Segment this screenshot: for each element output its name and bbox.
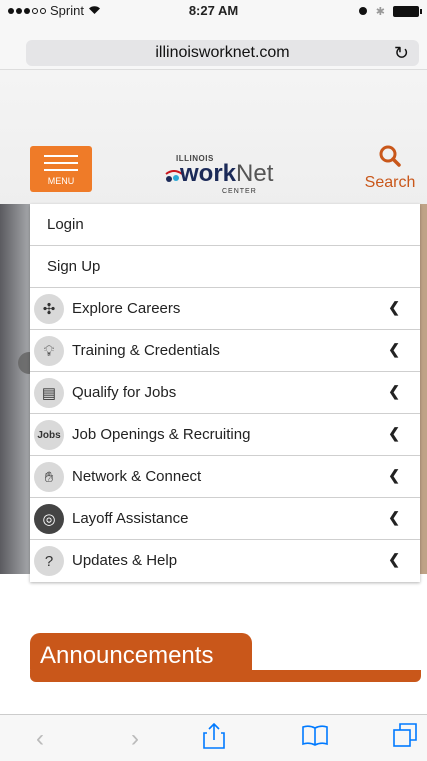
status-bar: Sprint 8:27 AM ✱ (0, 0, 427, 20)
safari-toolbar: ‹ › (0, 714, 427, 761)
logo-worknet-text: workNet (180, 160, 273, 188)
lifebuoy-icon: ◎ (34, 504, 64, 534)
back-icon[interactable]: ‹ (20, 723, 60, 755)
chevron-left-icon[interactable]: ❮ (388, 467, 400, 484)
menu-item-label: Qualify for Jobs (72, 384, 177, 401)
compass-icon: ✣ (34, 294, 64, 324)
battery-icon (393, 6, 422, 17)
clipboard-icon: ▤ (34, 378, 64, 408)
chevron-left-icon[interactable]: ❮ (388, 341, 400, 358)
menu-item-label: Sign Up (47, 258, 101, 275)
menu-item-job-openings[interactable]: Jobs Job Openings & Recruiting ❮ (30, 414, 420, 456)
menu-item-updates-help[interactable]: ? Updates & Help ❮ (30, 540, 420, 582)
chevron-left-icon[interactable]: ❮ (388, 509, 400, 526)
logo-work: work (180, 160, 237, 187)
menu-item-label: Explore Careers (72, 300, 181, 317)
menu-item-explore-careers[interactable]: ✣ Explore Careers ❮ (30, 288, 420, 330)
menu-item-label: Network & Connect (72, 468, 202, 485)
menu-item-layoff-assistance[interactable]: ◎ Layoff Assistance ❮ (30, 498, 420, 540)
hero-image-edge (0, 204, 30, 574)
url-field[interactable]: illinoisworknet.com ↻ (26, 40, 419, 66)
bookmarks-icon[interactable] (295, 723, 335, 755)
menu-item-label: Updates & Help (72, 552, 178, 569)
share-icon[interactable] (194, 722, 234, 755)
menu-label: MENU (47, 176, 75, 186)
hamburger-bar (44, 162, 78, 164)
logo-center-text: CENTER (222, 188, 257, 195)
menu-item-qualify-for-jobs[interactable]: ▤ Qualify for Jobs ❮ (30, 372, 420, 414)
search-button[interactable]: Search (360, 145, 420, 195)
nav-dropdown-menu: Login Sign Up ✣ Explore Careers ❮ 💡︎ Tra… (30, 204, 420, 582)
logo-net: Net (236, 160, 274, 187)
alarm-icon (358, 4, 368, 19)
chevron-left-icon[interactable]: ❮ (388, 383, 400, 400)
menu-item-login[interactable]: Login (30, 204, 420, 246)
safari-address-bar: illinoisworknet.com ↻ (0, 20, 427, 70)
illinois-worknet-logo[interactable]: ILLINOIS workNet CENTER (160, 150, 300, 195)
search-icon (379, 145, 401, 167)
chevron-left-icon[interactable]: ❮ (388, 551, 400, 568)
handshake-icon: ✋︎ (34, 462, 64, 492)
menu-item-label: Training & Credentials (72, 342, 220, 359)
hamburger-bar (44, 169, 78, 171)
menu-item-network-connect[interactable]: ✋︎ Network & Connect ❮ (30, 456, 420, 498)
bluetooth-icon: ✱ (375, 6, 385, 18)
hero-image-edge-right (420, 204, 427, 574)
chevron-left-icon[interactable]: ❮ (388, 299, 400, 316)
url-text: illinoisworknet.com (155, 44, 290, 61)
menu-button[interactable]: MENU (30, 146, 92, 192)
forward-icon[interactable]: › (115, 723, 155, 755)
jobs-icon: Jobs (34, 420, 64, 450)
hamburger-icon (44, 155, 78, 157)
menu-item-label: Layoff Assistance (72, 510, 189, 527)
reload-icon[interactable]: ↻ (394, 40, 409, 66)
status-right: ✱ (358, 4, 422, 19)
tabs-icon[interactable] (385, 723, 425, 755)
menu-item-sign-up[interactable]: Sign Up (30, 246, 420, 288)
search-label: Search (364, 174, 416, 191)
help-person-icon: ? (34, 546, 64, 576)
menu-item-training-credentials[interactable]: 💡︎ Training & Credentials ❮ (30, 330, 420, 372)
menu-item-label: Job Openings & Recruiting (72, 426, 251, 443)
menu-item-label: Login (47, 216, 84, 233)
lightbulb-icon: 💡︎ (34, 336, 64, 366)
announcements-heading: Announcements (30, 633, 252, 679)
chevron-left-icon[interactable]: ❮ (388, 425, 400, 442)
